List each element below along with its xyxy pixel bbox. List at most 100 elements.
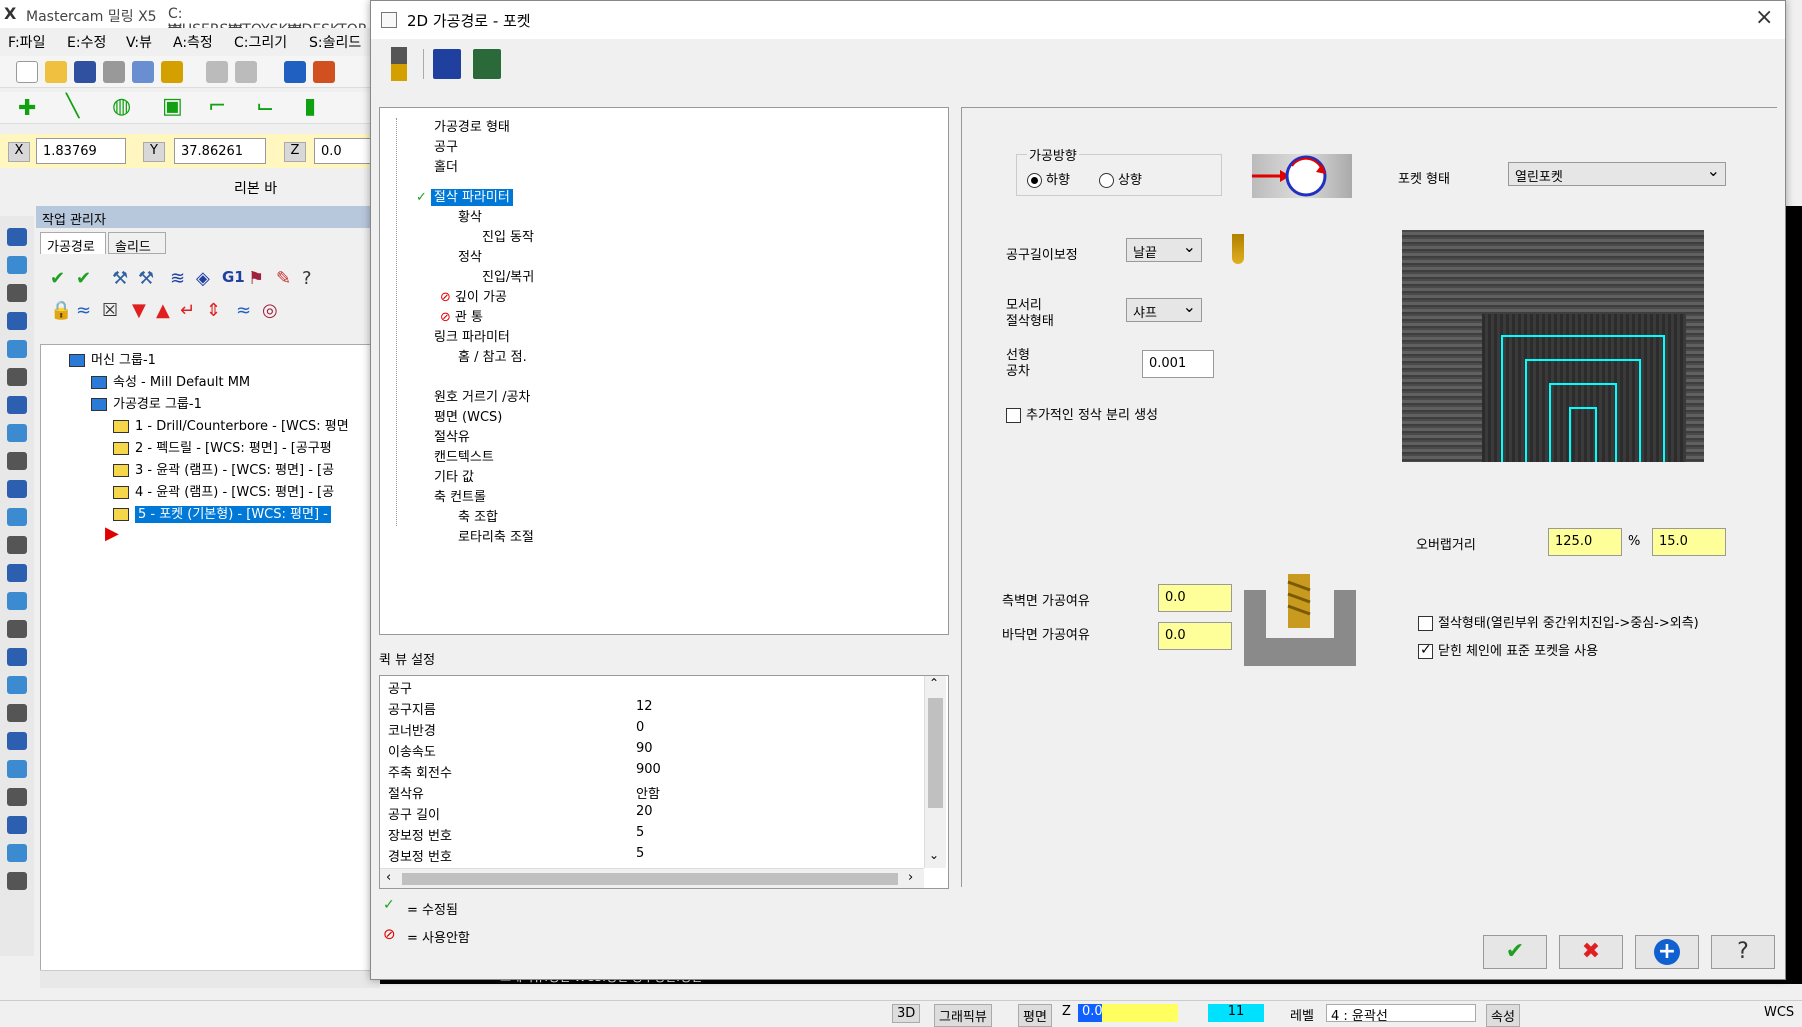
ops-hscroll[interactable] (40, 970, 380, 988)
tip-comp-select[interactable]: 날끝 (1126, 237, 1202, 262)
ops-tree-item[interactable]: 가공경로 그룹-1 (91, 393, 202, 412)
chamfer-icon[interactable]: ⌐ (208, 94, 226, 119)
scroll-right-icon[interactable]: › (908, 870, 913, 885)
scroll-up-icon[interactable]: ⌃ (929, 676, 939, 690)
tab-solids[interactable]: 솔리드 (108, 232, 166, 255)
mirror-icon[interactable] (7, 620, 27, 638)
status-level-num[interactable]: 11 (1208, 1004, 1264, 1022)
status-level-label[interactable]: 레벨 (1286, 1004, 1318, 1025)
move-down-icon[interactable]: ▼ (132, 300, 146, 321)
lock-icon[interactable]: 🔒 (50, 300, 72, 321)
tree-item[interactable]: ⊘ 관 통 (440, 306, 483, 325)
tree-item[interactable]: 공구 (434, 136, 458, 155)
circle-icon[interactable] (7, 452, 27, 470)
tool-select-icon[interactable] (391, 47, 407, 81)
post-icon[interactable]: G1 (222, 268, 245, 286)
grid-icon[interactable] (7, 648, 27, 666)
y-coord-input[interactable]: 37.86261 (174, 138, 266, 164)
hscroll-thumb[interactable] (402, 873, 898, 885)
tree-item[interactable]: 황삭 (458, 206, 482, 225)
select-all-icon[interactable]: ✔ (50, 268, 65, 289)
menu-file[interactable]: F:파일 (8, 32, 45, 52)
floor-stock-input[interactable]: 0.0 (1158, 622, 1232, 650)
redo-icon[interactable] (235, 61, 257, 83)
ok-button[interactable]: ✔ (1483, 935, 1547, 969)
tree-item[interactable]: 진입 동작 (482, 226, 534, 245)
save-icon[interactable] (74, 61, 96, 83)
tree-item[interactable]: 축 조합 (458, 506, 498, 525)
save-params-icon[interactable] (433, 49, 461, 79)
tree-item[interactable]: 정삭 (458, 246, 482, 265)
close-icon[interactable]: × (1755, 5, 1773, 30)
plane-icon[interactable] (7, 340, 27, 358)
standard-pocket-checkbox[interactable]: 닫힌 체인에 표준 포켓을 사용 (1418, 640, 1598, 659)
ops-tree-item[interactable]: 4 - 윤곽 (램프) - [WCS: 평면] - [공 (113, 481, 334, 500)
toggle-post-icon[interactable]: ☒ (102, 300, 118, 321)
select-invalid-icon[interactable]: ✔ (76, 268, 91, 289)
open-pocket-cut-method-checkbox[interactable]: 절삭형태(열린부위 중간위치진입->중심->외측) (1418, 612, 1699, 631)
fillet-icon[interactable]: ▣ (162, 94, 183, 119)
tree-item[interactable]: 절삭유 (434, 426, 470, 445)
tree-item[interactable]: 원호 거르기 /공차 (434, 386, 530, 405)
shade-icon[interactable] (313, 61, 335, 83)
stack-icon[interactable] (7, 760, 27, 778)
status-wcs[interactable]: WCS (1760, 1004, 1798, 1021)
layer-icon[interactable] (7, 732, 27, 750)
new-file-icon[interactable] (16, 61, 38, 83)
fixture-icon[interactable] (7, 424, 27, 442)
open-file-icon[interactable] (45, 61, 67, 83)
help-button[interactable]: ? (1711, 935, 1775, 969)
pin-icon[interactable] (7, 508, 27, 526)
cup-icon[interactable] (161, 61, 183, 83)
part-icon[interactable] (7, 284, 27, 302)
spline-icon[interactable]: ⌙ (256, 94, 274, 119)
cube-icon[interactable] (7, 228, 27, 246)
quickview-vscroll[interactable]: ⌃ ⌄ (924, 676, 946, 868)
cancel-button[interactable]: ✖ (1559, 935, 1623, 969)
insert-arrow-icon[interactable]: ↵ (180, 300, 195, 321)
menu-solids[interactable]: S:솔리드 (309, 32, 361, 52)
menu-edit[interactable]: E:수정 (67, 32, 106, 52)
curve-icon[interactable] (7, 816, 27, 834)
only-selected-icon[interactable]: ≈ (236, 300, 251, 321)
quickview-hscroll[interactable]: ‹ › (380, 868, 924, 888)
stock-icon[interactable] (7, 592, 27, 610)
linear-tolerance-input[interactable]: 0.001 (1142, 350, 1214, 378)
highfeed-icon[interactable]: ⚑ (248, 268, 264, 289)
wrench-icon[interactable] (7, 564, 27, 582)
only-display-icon[interactable]: ◎ (262, 300, 278, 321)
move-up-icon[interactable]: ▲ (156, 300, 170, 321)
overlap-percent-input[interactable]: 125.0 (1548, 528, 1622, 556)
tree-item[interactable]: 링크 파라미터 (434, 326, 510, 345)
tree-item[interactable]: 진입/복귀 (482, 266, 534, 285)
overlap-distance-input[interactable]: 15.0 (1652, 528, 1726, 556)
measure-icon[interactable] (7, 676, 27, 694)
menu-analyze[interactable]: A:측정 (173, 32, 213, 52)
scroll-down-icon[interactable]: ⌄ (929, 848, 939, 862)
print-preview-icon[interactable] (132, 61, 154, 83)
tree-item[interactable]: 기타 값 (434, 466, 474, 485)
arc-icon[interactable]: ◍ (112, 94, 131, 119)
corner-select[interactable]: 샤프 (1126, 297, 1202, 322)
box-icon[interactable] (7, 256, 27, 274)
tree-item[interactable]: 홀더 (434, 156, 458, 175)
point-icon[interactable]: ✚ (18, 96, 36, 121)
undo-icon[interactable] (206, 61, 228, 83)
scroll-left-icon[interactable]: ‹ (386, 870, 391, 885)
regen-dirty-icon[interactable]: ⚒ (138, 268, 154, 289)
ops-tree-item[interactable]: 2 - 펙드릴 - [WCS: 평면] - [공구평 (113, 437, 332, 456)
ops-tree-item[interactable]: 5 - 포켓 (기본형) - [WCS: 평면] - (113, 503, 331, 523)
status-3d[interactable]: 3D (892, 1004, 921, 1023)
conventional-radio[interactable]: 상향 (1099, 169, 1142, 188)
tree-item[interactable]: 홈 / 참고 점. (458, 346, 527, 365)
ops-tree-item[interactable]: 1 - Drill/Counterbore - [WCS: 평면 (113, 415, 349, 434)
path-icon[interactable] (7, 844, 27, 862)
tree-item[interactable]: ⊘ 깊이 가공 (440, 286, 507, 305)
tree-item[interactable]: 로타리축 조절 (458, 526, 534, 545)
menu-view[interactable]: V:뷰 (126, 32, 152, 52)
status-z-input[interactable]: 0.0 (1078, 1004, 1178, 1022)
insert-arrow-icon[interactable]: ▶ (105, 523, 119, 544)
backplot-icon[interactable]: ≋ (170, 268, 185, 289)
add-button[interactable]: + (1635, 935, 1699, 969)
gem-icon[interactable] (7, 704, 27, 722)
